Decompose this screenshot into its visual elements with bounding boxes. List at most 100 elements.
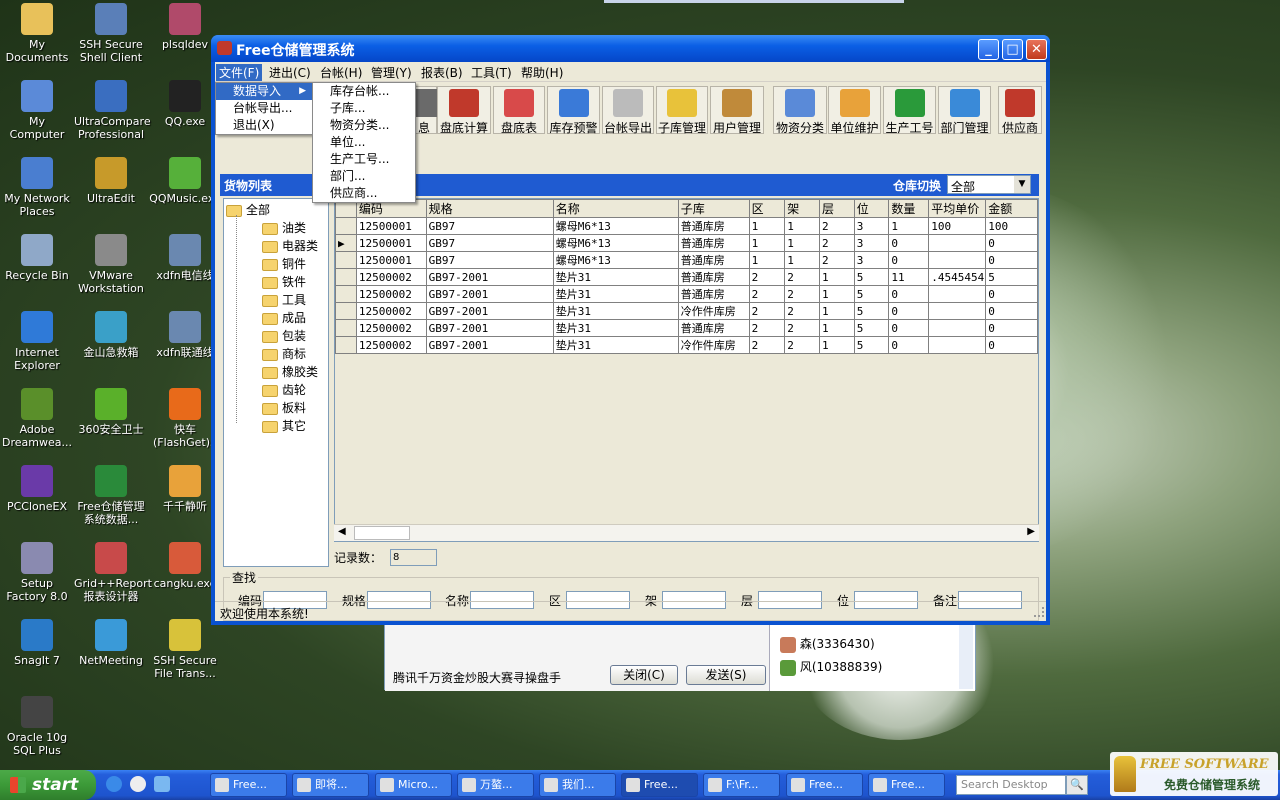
taskbar-button[interactable]: F:\Fr... [703,773,780,797]
row-indicator[interactable] [335,302,357,320]
table-cell[interactable]: 100 [985,217,1038,235]
table-row[interactable]: 12500001 GB97 螺母M6*13 普通库房 1 1 2 3 1 100 100 [335,217,1038,235]
table-cell[interactable]: 12500002 [355,285,427,303]
app-window[interactable]: Free仓储管理系统 _ □ ✕ 文件(F) 进出(C) 台帐(H) 管理(Y)… [211,35,1050,625]
desktop-icon[interactable]: UltraCompare Professional [74,80,151,141]
desktop-icon[interactable]: NetMeeting [74,619,148,667]
desktop-icon[interactable]: Oracle 10g SQL Plus [0,696,74,757]
desktop-icon[interactable]: Setup Factory 8.0 [0,542,74,603]
menu-help[interactable]: 帮助(H) [521,64,563,81]
table-cell[interactable]: 垫片31 [552,285,679,303]
menu-file[interactable]: 文件(F) [216,64,263,81]
submenu-item[interactable]: 库存台帐... [313,83,415,100]
table-cell[interactable]: GB97-2001 [425,285,554,303]
contact-item[interactable]: 森(3336430) [780,635,875,653]
table-cell[interactable]: 0 [985,319,1038,337]
table-cell[interactable]: 1 [784,217,820,235]
column-header[interactable]: 层 [818,199,855,218]
table-cell[interactable]: 普通库房 [677,285,750,303]
desktop-icon[interactable]: SnagIt 7 [0,619,74,667]
table-cell[interactable]: 垫片31 [552,268,679,286]
tree-node[interactable]: 包装 [262,327,306,344]
submenu-item[interactable]: 供应商... [313,185,415,202]
tree-node[interactable]: 电器类 [262,237,318,254]
table-row[interactable]: 12500001 GB97 螺母M6*13 普通库房 1 1 2 3 0 0 [335,251,1038,269]
table-cell[interactable]: 垫片31 [552,336,679,354]
table-cell[interactable]: 1 [784,234,820,252]
table-cell[interactable]: 2 [748,302,786,320]
table-cell[interactable]: 2 [784,268,820,286]
minimize-button[interactable]: _ [978,39,999,60]
column-header[interactable]: 架 [784,199,820,218]
table-cell[interactable]: 1 [818,336,855,354]
table-row[interactable]: 12500002 GB97-2001 垫片31 冷作件库房 2 2 1 5 0 0 [335,302,1038,320]
tree-node-root[interactable]: 全部 [226,201,270,218]
table-cell[interactable]: 5 [853,285,890,303]
table-cell[interactable] [928,302,987,320]
tree-node[interactable]: 工具 [262,291,306,308]
row-indicator[interactable] [335,319,357,337]
table-row[interactable]: 12500002 GB97-2001 垫片31 普通库房 2 2 1 5 0 0 [335,319,1038,337]
table-cell[interactable]: 12500002 [355,319,427,337]
chat-close-button[interactable]: 关闭(C) [610,665,678,685]
table-cell[interactable]: 12500001 [355,217,427,235]
table-cell[interactable]: 12500002 [355,336,427,354]
desktop-icon[interactable]: Adobe Dreamwea... [0,388,74,449]
desktop-search-input[interactable]: Search Desktop [956,775,1066,795]
table-cell[interactable]: 5 [853,268,890,286]
table-cell[interactable]: 12500001 [355,251,427,269]
taskbar-button[interactable]: Free... [786,773,863,797]
table-cell[interactable] [928,234,987,252]
table-row[interactable]: 12500002 GB97-2001 垫片31 普通库房 2 2 1 5 0 0 [335,285,1038,303]
table-cell[interactable]: GB97 [425,251,554,269]
desktop-icon[interactable]: Free仓储管理系统数据... [74,465,148,526]
chat-send-button[interactable]: 发送(S) [686,665,766,685]
tree-node[interactable]: 橡胶类 [262,363,318,380]
table-cell[interactable]: 2 [748,268,786,286]
tree-node[interactable]: 板料 [262,399,306,416]
toolbar-button[interactable]: 供应商 [998,86,1042,135]
row-indicator[interactable] [335,336,357,354]
table-cell[interactable]: 3 [853,251,890,269]
menu-ledger[interactable]: 台帐(H) [320,64,362,81]
media-player-icon[interactable] [130,776,146,792]
toolbar-button[interactable]: 库存预警 [547,86,600,135]
table-cell[interactable]: 1 [888,217,930,235]
tree-node[interactable]: 油类 [262,219,306,236]
menu-tools[interactable]: 工具(T) [471,64,512,81]
table-cell[interactable]: 0 [888,285,930,303]
toolbar-button[interactable]: 用户管理 [710,86,764,135]
table-cell[interactable]: 3 [853,217,890,235]
row-indicator[interactable] [335,285,357,303]
taskbar-button[interactable]: Free... [210,773,287,797]
desktop-icon[interactable]: 金山急救箱 [74,311,148,359]
table-cell[interactable]: 1 [818,285,855,303]
table-cell[interactable]: 螺母M6*13 [552,234,679,252]
table-cell[interactable]: GB97-2001 [425,319,554,337]
table-cell[interactable]: 12500001 [355,234,427,252]
table-cell[interactable]: 普通库房 [677,319,750,337]
taskbar-button[interactable]: Micro... [375,773,452,797]
tree-node[interactable]: 其它 [262,417,306,434]
table-cell[interactable]: 2 [818,251,855,269]
table-cell[interactable]: 5 [985,268,1038,286]
menu-item-data-import[interactable]: 数据导入 ▶ [216,83,312,100]
desktop-icon[interactable]: SSH Secure Shell Client [74,3,148,64]
desktop-icon[interactable]: PCCloneEX [0,465,74,513]
tree-node[interactable]: 齿轮 [262,381,306,398]
table-cell[interactable]: 2 [748,285,786,303]
table-cell[interactable]: 1 [748,251,786,269]
table-row[interactable]: ▶ 12500001 GB97 螺母M6*13 普通库房 1 1 2 3 0 0 [335,234,1038,252]
warehouse-select[interactable]: 全部 ▼ [947,175,1031,194]
row-indicator[interactable]: ▶ [335,234,357,252]
table-cell[interactable]: 0 [888,336,930,354]
submenu-item[interactable]: 部门... [313,168,415,185]
table-cell[interactable]: 5 [853,319,890,337]
table-cell[interactable]: 0 [985,285,1038,303]
contact-item[interactable]: 风(10388839) [780,658,882,676]
column-header[interactable]: 平均单价 [928,199,987,218]
start-button[interactable]: start [0,770,96,800]
goods-grid[interactable]: 编码 规格 名称 子库区架层位数量 平均单价 金额 12500001 GB97 螺母M6*13 普… [334,198,1039,542]
table-cell[interactable]: .4545454545 [928,268,987,286]
taskbar-button[interactable]: 即将... [292,773,369,797]
